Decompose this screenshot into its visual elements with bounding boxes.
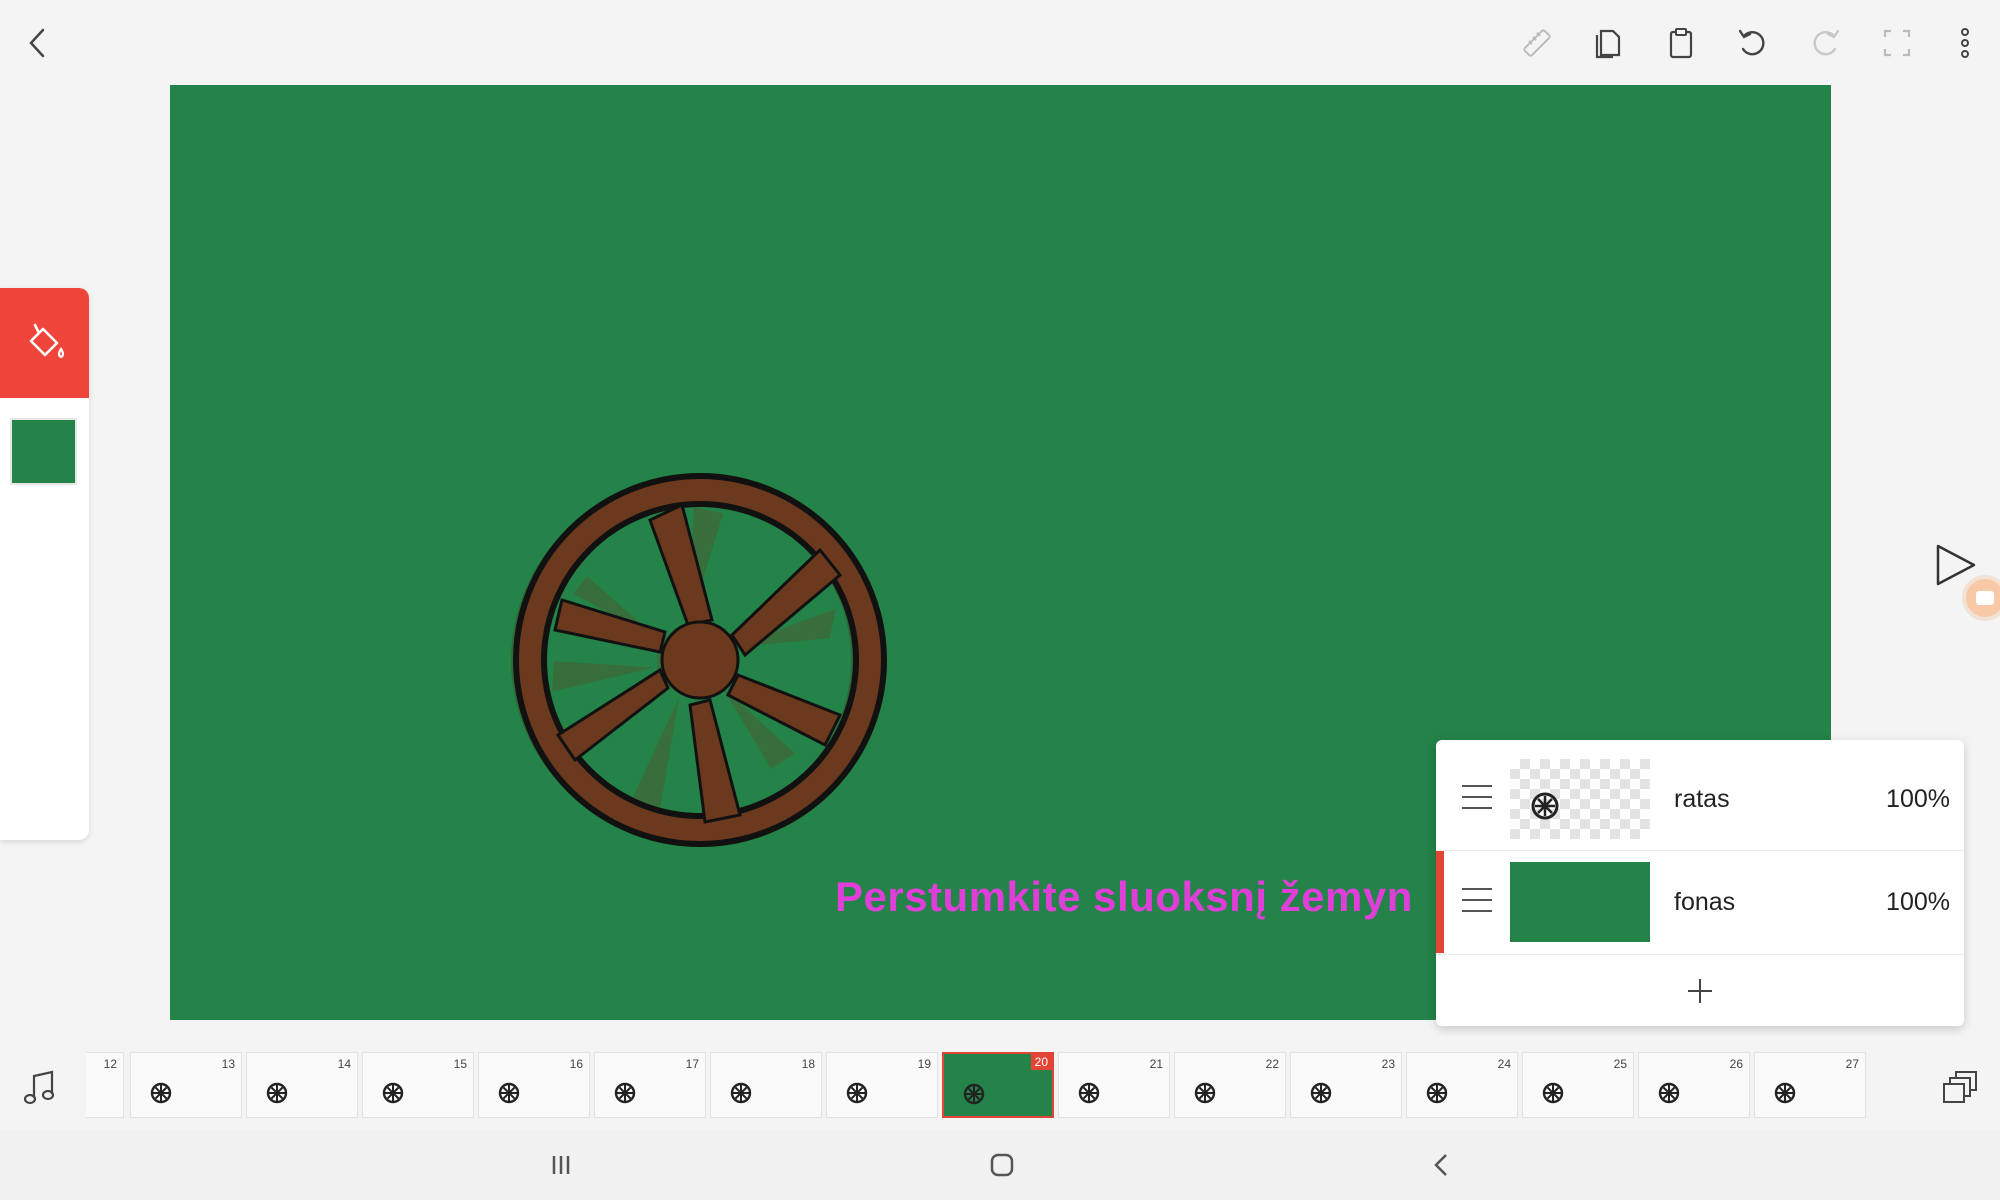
layer-opacity: 100% <box>1886 887 1950 916</box>
recents-icon <box>552 1156 570 1174</box>
frame-number: 16 <box>569 1057 583 1071</box>
timeline-frame[interactable]: 25 <box>1522 1052 1634 1118</box>
layer-thumbnail <box>1510 862 1650 942</box>
frame-number: 17 <box>685 1057 699 1071</box>
current-color-swatch[interactable] <box>10 418 77 485</box>
layer-row-fonas[interactable]: fonas 100% <box>1436 851 1964 953</box>
plus-icon <box>1688 978 1712 1003</box>
layers-stack-icon[interactable] <box>1940 1068 1980 1108</box>
frame-number: 15 <box>453 1057 467 1071</box>
home-button[interactable] <box>982 1145 1022 1185</box>
system-nav-bar <box>0 1130 2000 1200</box>
wheel-thumb-icon <box>1531 792 1559 820</box>
fill-tool-button[interactable] <box>0 288 89 398</box>
timeline-frame[interactable]: 20 <box>942 1052 1054 1118</box>
copy-icon <box>1595 29 1621 59</box>
wheel-thumb-icon <box>150 1082 172 1104</box>
timeline-frame[interactable]: 19 <box>826 1052 938 1118</box>
timeline-frame[interactable]: 13 <box>130 1052 242 1118</box>
fullscreen-button[interactable] <box>1872 18 1922 68</box>
timeline-frame[interactable]: 12 <box>86 1052 124 1118</box>
music-icon[interactable] <box>20 1068 60 1108</box>
more-button[interactable] <box>1940 18 1990 68</box>
undo-icon <box>1738 29 1765 56</box>
back-icon <box>1434 1154 1447 1176</box>
record-button[interactable] <box>1962 575 2000 621</box>
timeline-frame[interactable]: 17 <box>594 1052 706 1118</box>
frame-number: 27 <box>1845 1057 1859 1071</box>
fill-bucket-icon <box>29 323 64 359</box>
layers-panel: ratas 100% fonas 100% <box>1436 740 1964 1026</box>
drag-handle-icon[interactable] <box>1462 785 1492 813</box>
wheel-thumb-icon <box>1310 1082 1332 1104</box>
paste-icon <box>1669 28 1693 59</box>
wheel-thumb-icon <box>1658 1082 1680 1104</box>
fullscreen-icon <box>1883 29 1911 57</box>
timeline-frame[interactable]: 21 <box>1058 1052 1170 1118</box>
drag-handle-icon[interactable] <box>1462 888 1492 916</box>
copy-button[interactable] <box>1584 18 1634 68</box>
wheel-thumb-icon <box>498 1082 520 1104</box>
wheel-thumb-icon <box>1426 1082 1448 1104</box>
system-back-button[interactable] <box>1422 1145 1462 1185</box>
tool-panel <box>0 288 89 840</box>
more-icon <box>1961 28 1969 58</box>
layer-name: ratas <box>1674 784 1730 813</box>
frame-number: 20 <box>1030 1054 1052 1070</box>
frame-number: 12 <box>103 1057 117 1071</box>
layer-opacity: 100% <box>1886 784 1950 813</box>
home-icon <box>990 1153 1014 1177</box>
frame-number: 25 <box>1613 1057 1627 1071</box>
timeline-frame[interactable]: 24 <box>1406 1052 1518 1118</box>
wheel-thumb-icon <box>266 1082 288 1104</box>
timeline-frame[interactable]: 23 <box>1290 1052 1402 1118</box>
frame-number: 14 <box>337 1057 351 1071</box>
frame-number: 23 <box>1381 1057 1395 1071</box>
frame-number: 18 <box>801 1057 815 1071</box>
frame-strip: 12 13 14 15 16 17 18 19 20 21 22 23 24 25 26 27 <box>86 1052 1916 1120</box>
redo-button[interactable] <box>1800 18 1850 68</box>
frame-number: 24 <box>1497 1057 1511 1071</box>
add-layer-button[interactable] <box>1436 954 1964 1026</box>
wheel-thumb-icon <box>730 1082 752 1104</box>
timeline-frame[interactable]: 26 <box>1638 1052 1750 1118</box>
frame-number: 26 <box>1729 1057 1743 1071</box>
wheel-thumb-icon <box>1078 1082 1100 1104</box>
wheel-thumb-icon <box>1194 1082 1216 1104</box>
timeline: 12 13 14 15 16 17 18 19 20 21 22 23 24 25 26 27 <box>0 1040 2000 1130</box>
timeline-frame[interactable]: 14 <box>246 1052 358 1118</box>
paste-button[interactable] <box>1656 18 1706 68</box>
redo-icon <box>1813 29 1840 56</box>
ruler-icon <box>1523 29 1551 57</box>
top-toolbar <box>0 0 2000 86</box>
hint-text: Perstumkite sluoksnį žemyn <box>835 873 1413 920</box>
undo-button[interactable] <box>1728 18 1778 68</box>
recents-button[interactable] <box>541 1145 581 1185</box>
back-icon <box>29 28 45 58</box>
timeline-frame[interactable]: 16 <box>478 1052 590 1118</box>
layer-thumbnail <box>1510 759 1650 839</box>
timeline-frame[interactable]: 18 <box>710 1052 822 1118</box>
wheel-thumb-icon <box>1774 1082 1796 1104</box>
ruler-button[interactable] <box>1512 18 1562 68</box>
frame-number: 13 <box>221 1057 235 1071</box>
wheel-thumb-icon <box>382 1082 404 1104</box>
timeline-frame[interactable]: 27 <box>1754 1052 1866 1118</box>
wheel-thumb-icon <box>614 1082 636 1104</box>
frame-number: 19 <box>917 1057 931 1071</box>
layer-name: fonas <box>1674 887 1736 916</box>
wheel-drawing <box>511 473 887 847</box>
timeline-frame[interactable]: 15 <box>362 1052 474 1118</box>
wheel-thumb-icon <box>963 1083 985 1105</box>
frame-number: 21 <box>1149 1057 1163 1071</box>
frame-number: 22 <box>1265 1057 1279 1071</box>
timeline-frame[interactable]: 22 <box>1174 1052 1286 1118</box>
wheel-thumb-icon <box>1542 1082 1564 1104</box>
wheel-thumb-icon <box>846 1082 868 1104</box>
layer-row-ratas[interactable]: ratas 100% <box>1436 748 1964 850</box>
back-button[interactable] <box>14 18 64 68</box>
